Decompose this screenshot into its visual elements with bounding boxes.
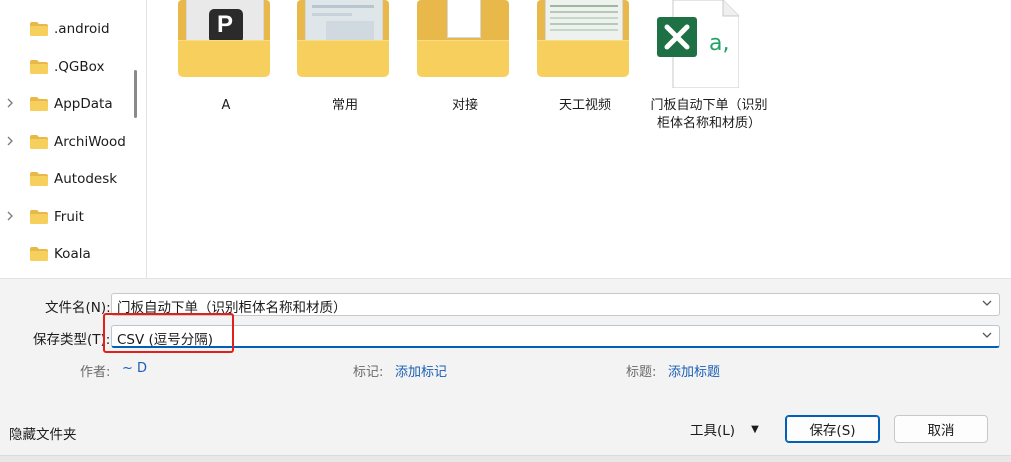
- nav-item-android[interactable]: .android: [0, 14, 134, 44]
- nav-item-fruit[interactable]: Fruit: [0, 202, 134, 232]
- cancel-button[interactable]: 取消: [894, 415, 988, 443]
- file-item-folder-tiangong[interactable]: 天工视频: [519, 0, 629, 180]
- file-item-folder-duijie[interactable]: 对接: [399, 0, 509, 180]
- nav-item-label: Fruit: [54, 209, 84, 225]
- nav-item-qgbox[interactable]: .QGBox: [0, 52, 134, 82]
- folder-icon: [30, 172, 48, 186]
- svg-text:a,: a,: [709, 31, 729, 56]
- filetype-label: 保存类型(T):: [33, 332, 111, 348]
- nav-item-appdata[interactable]: AppData: [0, 89, 134, 119]
- chevron-down-icon[interactable]: [981, 329, 993, 341]
- filetype-select[interactable]: CSV (逗号分隔): [111, 325, 1000, 348]
- caret-down-icon: ▼: [751, 423, 759, 435]
- folder-icon: [30, 135, 48, 149]
- nav-item-koala[interactable]: Koala: [0, 239, 134, 269]
- folder-icon: [30, 60, 48, 74]
- folder-icon: [537, 0, 629, 77]
- nav-item-label: AppData: [54, 96, 113, 112]
- browse-area: .android .QGBox AppData ArchiWood Autode…: [0, 0, 1011, 278]
- file-item-label: 对接: [451, 98, 478, 113]
- filename-label: 文件名(N):: [45, 300, 111, 316]
- author-value[interactable]: ~ D: [122, 361, 147, 376]
- chevron-right-icon[interactable]: [6, 97, 16, 111]
- file-item-excel[interactable]: a, 门板自动下单（识别柜体名称和材质）: [639, 0, 768, 180]
- file-item-label: 门板自动下单（识别柜体名称和材质）: [650, 98, 768, 131]
- nav-scrollbar[interactable]: [134, 70, 137, 118]
- add-tags-link[interactable]: 添加标记: [395, 361, 447, 380]
- chevron-right-icon[interactable]: [6, 210, 16, 224]
- folder-icon: [30, 97, 48, 111]
- file-item-label: 常用: [331, 98, 358, 113]
- file-item-folder-changyong[interactable]: 常用: [279, 0, 389, 180]
- file-item-folder-a[interactable]: P A: [160, 0, 270, 180]
- chevron-down-icon[interactable]: [981, 297, 993, 309]
- tags-label: 标记:: [353, 365, 384, 380]
- nav-item-label: Autodesk: [54, 171, 118, 187]
- folder-icon: P: [178, 0, 270, 77]
- folder-icon: [30, 22, 48, 36]
- nav-item-autodesk[interactable]: Autodesk: [0, 164, 134, 194]
- filename-input[interactable]: 门板自动下单（识别柜体名称和材质）: [111, 293, 1000, 316]
- nav-item-label: ArchiWood: [54, 134, 126, 150]
- navigation-pane: .android .QGBox AppData ArchiWood Autode…: [0, 0, 147, 278]
- nav-item-archiwood[interactable]: ArchiWood: [0, 127, 134, 157]
- folder-icon: [297, 0, 389, 77]
- title-label: 标题:: [626, 365, 657, 380]
- tools-menu-button[interactable]: 工具(L) ▼: [690, 415, 776, 443]
- excel-file-icon: a,: [657, 0, 740, 89]
- file-item-label: A: [221, 98, 231, 113]
- file-list: P A 常用 对接 天工视频 a, 门板自动下单（识别柜体名称和材质）: [147, 0, 1011, 278]
- chevron-right-icon[interactable]: [6, 135, 16, 149]
- highlight-annotation: [103, 313, 234, 353]
- hide-folders-button[interactable]: 隐藏文件夹: [9, 423, 77, 443]
- file-item-label: 天工视频: [558, 98, 611, 113]
- folder-icon: [30, 210, 48, 224]
- save-button[interactable]: 保存(S): [785, 415, 880, 443]
- nav-item-label: Koala: [54, 246, 91, 262]
- nav-item-label: .android: [54, 21, 110, 37]
- add-title-link[interactable]: 添加标题: [668, 361, 720, 380]
- nav-item-label: .QGBox: [54, 59, 105, 75]
- folder-icon: [417, 0, 509, 77]
- tools-label: 工具(L): [690, 423, 736, 439]
- author-label: 作者:: [80, 365, 111, 380]
- folder-icon: [30, 247, 48, 261]
